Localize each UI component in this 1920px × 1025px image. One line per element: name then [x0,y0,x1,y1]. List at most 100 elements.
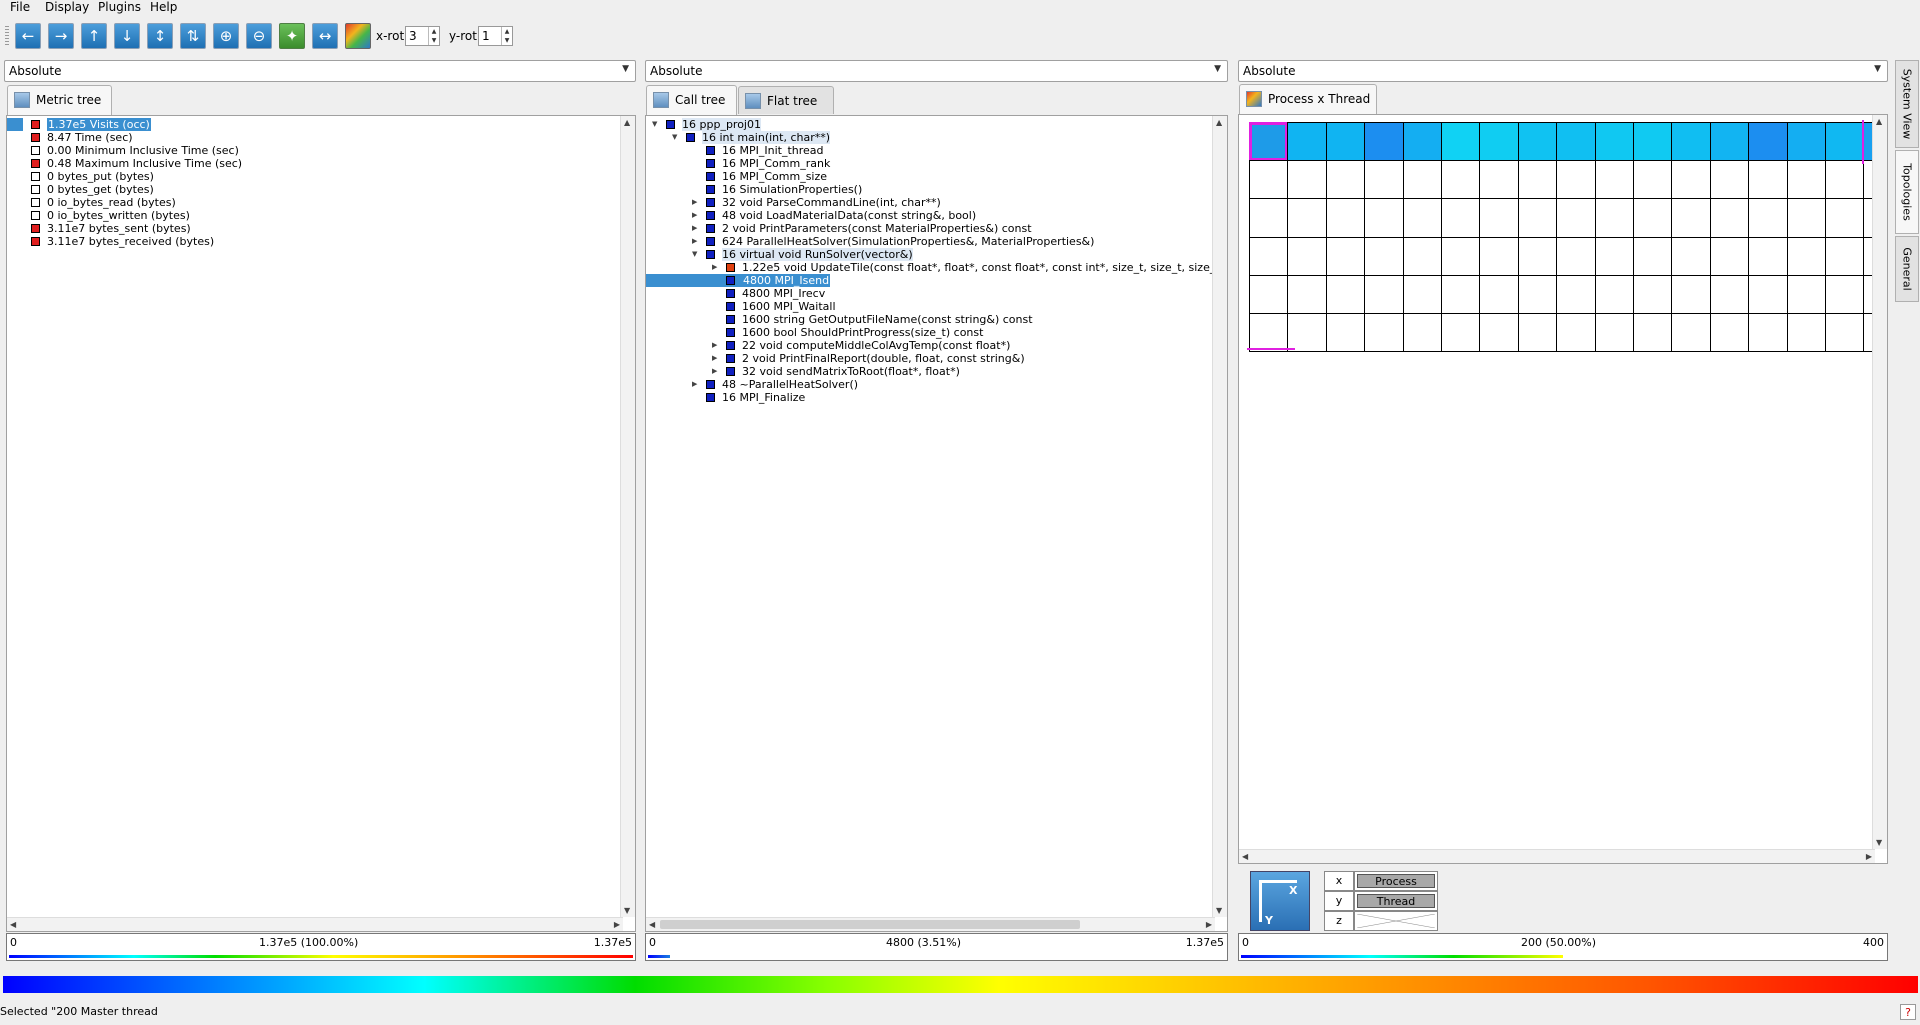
collapse-arrow-icon[interactable]: ▼ [652,118,657,131]
grid-cell[interactable] [1287,198,1327,238]
grid-cell[interactable] [1633,274,1673,314]
call-tree-item[interactable]: ▼ 16 virtual void RunSolver(vector&) [646,248,1213,261]
grid-cell[interactable] [1594,160,1634,200]
call-tree-item[interactable]: ▶ 48 ~ParallelHeatSolver() [646,378,1213,391]
metric-tree-view[interactable]: 1.37e5 Visits (occ) 8.47 Time (sec) 0.00 M… [6,115,636,932]
call-tree-item[interactable]: 16 MPI_Comm_rank [646,157,1213,170]
toolbar-grip[interactable] [5,26,9,46]
grid-cell[interactable] [1249,274,1289,314]
topology-mode-combo[interactable]: Absolute ▼ [1238,60,1888,82]
grid-cell[interactable] [1709,198,1750,238]
grid-cell[interactable] [1709,236,1750,276]
grid-cell[interactable] [1364,198,1404,238]
grid-cell[interactable] [1633,198,1673,238]
grid-cell[interactable] [1479,160,1519,200]
expand-arrow-icon[interactable]: ▶ [712,339,717,352]
scroll-up-icon[interactable]: ▲ [624,118,630,127]
metric-item[interactable]: 0.48 Maximum Inclusive Time (sec) [7,157,607,170]
grid-cell[interactable] [1633,160,1673,200]
call-tree-item[interactable]: ▶ 48 void LoadMaterialData(const string&,… [646,209,1213,222]
call-tree-item[interactable]: 16 MPI_Comm_size [646,170,1213,183]
grid-cell[interactable] [1479,313,1519,353]
call-tree-item[interactable]: ▶ 2 void PrintParameters(const MaterialPr… [646,222,1213,235]
help-icon[interactable]: ? [1900,1004,1916,1020]
grid-cell[interactable] [1748,122,1788,162]
grid-cell[interactable] [1287,236,1327,276]
call-tree-item[interactable]: 16 SimulationProperties() [646,183,1213,196]
metric-item[interactable]: 0 io_bytes_read (bytes) [7,196,607,209]
scroll-right-icon[interactable]: ▶ [1206,920,1212,929]
metric-mode-combo[interactable]: Absolute ▼ [4,60,636,82]
grid-cell[interactable] [1825,236,1865,276]
expand-arrow-icon[interactable]: ▶ [692,222,697,235]
horizontal-scrollbar[interactable]: ◀ ▶ [1239,849,1875,863]
menu-display[interactable]: Display [43,0,91,16]
grid-cell[interactable] [1825,160,1865,200]
grid-cell[interactable] [1709,274,1750,314]
center-icon[interactable]: ✦ [279,23,305,49]
call-mode-combo[interactable]: Absolute ▼ [645,60,1228,82]
call-tree-item[interactable]: ▶ 2 void PrintFinalReport(double, float, … [646,352,1213,365]
grid-cell[interactable] [1709,122,1750,162]
grid-cell[interactable] [1402,313,1442,353]
grid-cell[interactable] [1594,274,1634,314]
grid-cell[interactable] [1594,198,1634,238]
vertical-scrollbar[interactable]: ▲ ▼ [1872,115,1887,849]
grid-cell[interactable] [1287,274,1327,314]
dimension-selector[interactable]: Thread [1354,891,1438,911]
scroll-thumb[interactable] [660,920,1080,929]
grid-cell[interactable] [1402,160,1442,200]
grid-cell[interactable] [1709,313,1750,353]
call-tree-item[interactable]: ▶ 32 void sendMatrixToRoot(float*, float*… [646,365,1213,378]
grid-cell[interactable] [1287,313,1327,353]
metric-item[interactable]: 3.11e7 bytes_sent (bytes) [7,222,607,235]
spin-arrows-icon[interactable]: ▲ ▼ [501,27,512,45]
grid-cell[interactable] [1748,198,1788,238]
grid-cell[interactable] [1594,313,1634,353]
grid-cell[interactable] [1748,236,1788,276]
grid-cell[interactable] [1671,198,1711,238]
grid-cell[interactable] [1364,236,1404,276]
horizontal-scrollbar[interactable]: ◀ ▶ [646,917,1215,931]
scroll-left-icon[interactable]: ◀ [1242,852,1248,861]
grid-cell[interactable] [1517,236,1558,276]
scroll-right-icon[interactable]: ▶ [1866,852,1872,861]
grid-cell[interactable] [1249,198,1289,238]
scroll-up-icon[interactable]: ▲ [1216,118,1222,127]
grid-cell[interactable] [1786,274,1826,314]
metric-item[interactable]: 8.47 Time (sec) [7,131,607,144]
grid-cell[interactable] [1633,313,1673,353]
grid-cell[interactable] [1825,313,1865,353]
grid-cell[interactable] [1748,160,1788,200]
grid-cell[interactable] [1517,274,1558,314]
grid-cell[interactable] [1748,274,1788,314]
grid-cell[interactable] [1825,274,1865,314]
grid-cell[interactable] [1786,160,1826,200]
arrow-up-icon[interactable]: ↑ [81,23,107,49]
grid-cell[interactable] [1671,160,1711,200]
zoom-in-icon[interactable]: ⊕ [213,23,239,49]
tab-system-view[interactable]: System View [1895,60,1919,148]
call-tree-item[interactable]: 4800 MPI_Irecv [646,287,1213,300]
grid-cell[interactable] [1556,236,1596,276]
grid-cell[interactable] [1364,160,1404,200]
grid-cell[interactable] [1441,198,1481,238]
y-rot-spinbox[interactable]: 1 ▲ ▼ [478,26,513,46]
call-tree-item[interactable]: 16 MPI_Finalize [646,391,1213,404]
grid-cell[interactable] [1249,313,1289,353]
grid-cell[interactable] [1287,122,1327,162]
grid-cell[interactable] [1325,198,1366,238]
color-scale-icon[interactable] [345,23,371,49]
grid-cell[interactable] [1479,198,1519,238]
grid-cell[interactable] [1671,274,1711,314]
scroll-down-icon[interactable]: ▼ [624,906,630,915]
grid-cell[interactable] [1594,236,1634,276]
grid-cell[interactable] [1633,122,1673,162]
zoom-out-icon[interactable]: ⊖ [246,23,272,49]
scroll-left-icon[interactable]: ◀ [649,920,655,929]
grid-cell[interactable] [1325,122,1366,162]
grid-cell[interactable] [1633,236,1673,276]
expand-arrow-icon[interactable]: ▶ [692,235,697,248]
menu-file[interactable]: File [8,0,32,16]
dimension-selector[interactable]: Process [1354,871,1438,891]
